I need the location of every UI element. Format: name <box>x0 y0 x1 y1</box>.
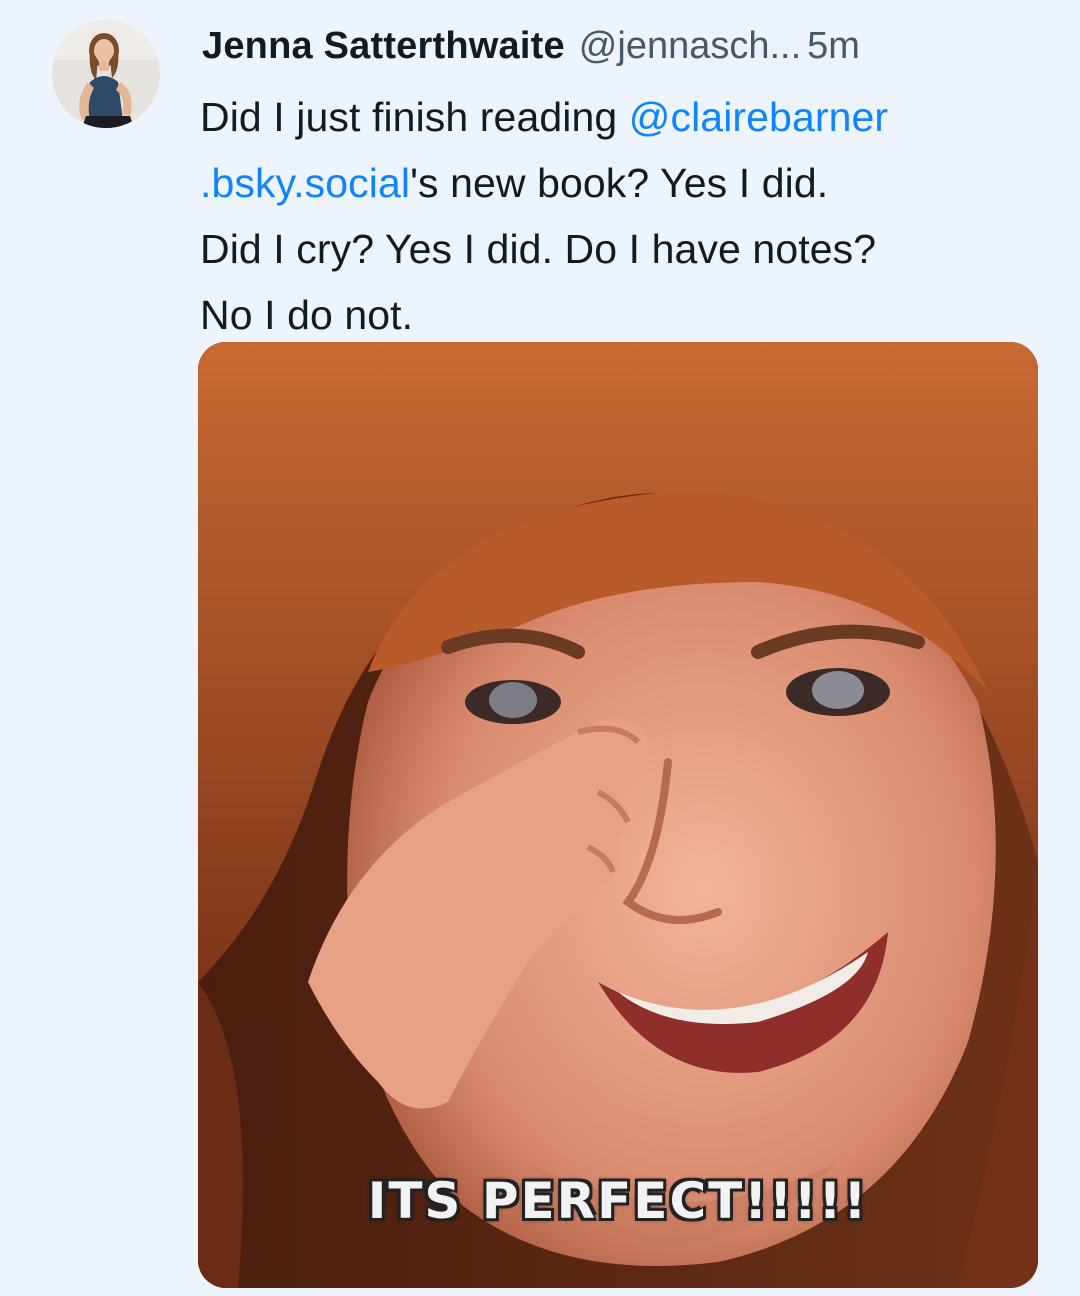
mention-link-continued[interactable]: .bsky.social <box>200 160 410 206</box>
post[interactable]: Jenna Satterthwaite @jennasch... 5m Did … <box>0 0 1080 1296</box>
post-text-line-4: No I do not. <box>200 292 414 338</box>
post-text-line-3: Did I cry? Yes I did. Do I have notes? <box>200 226 877 272</box>
post-text-line-1: Did I just finish reading @clairebarner <box>200 84 1040 150</box>
post-text-segment: 's new book? Yes I did. <box>410 160 829 206</box>
post-text-segment: Did I just finish reading <box>200 94 629 140</box>
gif-caption-text: ITS PERFECT!!!!! <box>367 1172 869 1230</box>
avatar[interactable] <box>52 20 160 128</box>
gif-image <box>198 342 1038 1288</box>
post-timestamp[interactable]: 5m <box>807 18 860 74</box>
post-text-line-2: .bsky.social's new book? Yes I did. <box>200 150 1040 216</box>
embedded-gif[interactable]: ITS PERFECT!!!!! <box>198 342 1038 1288</box>
mention-link[interactable]: @clairebarner <box>629 94 888 140</box>
post-header: Jenna Satterthwaite @jennasch... 5m <box>202 18 1042 74</box>
author-handle[interactable]: @jennasch... <box>579 18 801 74</box>
avatar-photo <box>52 20 160 128</box>
author-display-name[interactable]: Jenna Satterthwaite <box>202 18 565 74</box>
post-text: Did I just finish reading @clairebarner … <box>200 84 1040 348</box>
